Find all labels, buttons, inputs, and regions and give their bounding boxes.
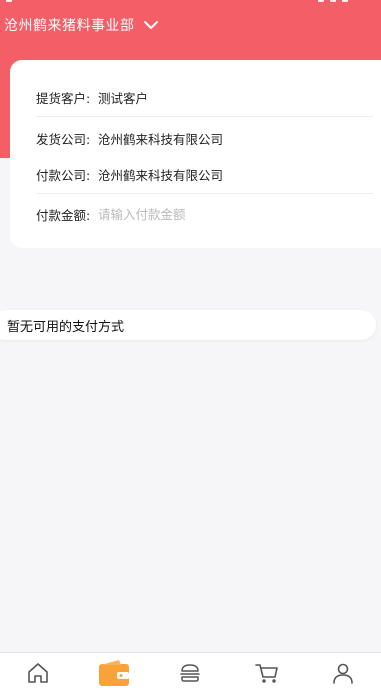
wallet-icon bbox=[97, 658, 131, 688]
payer-label: 付款公司: bbox=[36, 168, 91, 183]
burger-icon bbox=[178, 661, 202, 685]
org-name: 沧州鹤来猪料事业部 bbox=[4, 18, 135, 34]
status-icon bbox=[318, 0, 324, 2]
no-payment-method-notice: 暂无可用的支付方式 bbox=[0, 310, 376, 340]
notice-text: 暂无可用的支付方式 bbox=[7, 319, 125, 335]
customer-value: 测试客户 bbox=[98, 91, 149, 106]
tab-cart[interactable] bbox=[237, 653, 297, 692]
amount-label: 付款金额: bbox=[36, 208, 91, 223]
payment-form-card: 提货客户: 测试客户 发货公司: 沧州鹤来科技有限公司 付款公司: 沧州鹤来科技… bbox=[10, 60, 381, 248]
amount-row: 付款金额: bbox=[36, 205, 373, 224]
tab-menu[interactable] bbox=[160, 653, 220, 692]
org-switcher[interactable]: 沧州鹤来猪料事业部 bbox=[4, 14, 159, 36]
bottom-tab-bar bbox=[0, 652, 381, 692]
amount-input[interactable] bbox=[98, 207, 318, 222]
customer-label: 提货客户: bbox=[36, 91, 91, 106]
divider bbox=[36, 193, 373, 194]
cart-icon bbox=[254, 661, 280, 685]
tab-home[interactable] bbox=[8, 653, 68, 692]
customer-row: 提货客户: 测试客户 bbox=[36, 88, 373, 107]
shipper-value: 沧州鹤来科技有限公司 bbox=[98, 132, 224, 147]
chevron-down-icon[interactable] bbox=[143, 19, 159, 31]
payer-value: 沧州鹤来科技有限公司 bbox=[98, 168, 224, 183]
tab-profile[interactable] bbox=[313, 653, 373, 692]
status-bar bbox=[0, 0, 381, 6]
status-icon bbox=[342, 0, 348, 2]
tab-wallet[interactable] bbox=[84, 653, 144, 692]
payer-row: 付款公司: 沧州鹤来科技有限公司 bbox=[36, 165, 373, 184]
shipper-row: 发货公司: 沧州鹤来科技有限公司 bbox=[36, 129, 373, 148]
status-icon bbox=[330, 0, 336, 2]
user-icon bbox=[331, 661, 355, 685]
home-icon bbox=[26, 661, 50, 685]
divider bbox=[36, 116, 373, 117]
status-icon bbox=[6, 0, 12, 2]
shipper-label: 发货公司: bbox=[36, 132, 91, 147]
